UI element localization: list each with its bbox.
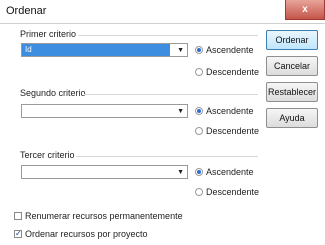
title-bar: Ordenar x	[0, 0, 325, 24]
group-divider	[78, 35, 258, 36]
radio-icon	[195, 68, 203, 76]
close-icon: x	[302, 4, 308, 15]
checkbox-icon	[14, 212, 22, 220]
radio-label: Descendente	[206, 187, 260, 197]
group-divider	[84, 94, 258, 95]
group-label-primer: Primer criterio	[20, 29, 77, 39]
checkbox-label: Renumerar recursos permanentemente	[25, 211, 183, 221]
chevron-down-icon[interactable]: ▼	[177, 169, 184, 176]
cancelar-button[interactable]: Cancelar	[266, 56, 318, 76]
group-label-segundo: Segundo criterio	[20, 88, 86, 98]
radio-label: Ascendente	[206, 106, 254, 116]
dialog-title: Ordenar	[6, 5, 47, 17]
primer-descendente-radio[interactable]: Descendente	[195, 65, 259, 79]
sort-dialog: Ordenar x Primer criterio Id ▼ Ascendent…	[0, 0, 325, 245]
radio-label: Ascendente	[206, 167, 254, 177]
primer-ascendente-radio[interactable]: Ascendente	[195, 43, 254, 57]
radio-icon	[195, 188, 203, 196]
primer-criterio-select[interactable]: Id ▼	[21, 43, 188, 57]
segundo-ascendente-radio[interactable]: Ascendente	[195, 104, 254, 118]
radio-label: Descendente	[206, 67, 260, 77]
ayuda-button[interactable]: Ayuda	[266, 108, 318, 128]
ordenar-por-proyecto-checkbox[interactable]: ✓ Ordenar recursos por proyecto	[14, 228, 148, 240]
radio-icon	[195, 107, 203, 115]
close-button[interactable]: x	[285, 0, 325, 20]
group-label-tercer: Tercer criterio	[20, 150, 75, 160]
restablecer-button[interactable]: Restablecer	[266, 82, 318, 102]
segundo-criterio-select[interactable]: ▼	[21, 104, 188, 118]
tercer-criterio-select[interactable]: ▼	[21, 165, 188, 179]
tercer-ascendente-radio[interactable]: Ascendente	[195, 165, 254, 179]
chevron-down-icon[interactable]: ▼	[177, 108, 184, 115]
ordenar-button[interactable]: Ordenar	[266, 30, 318, 50]
radio-icon	[195, 127, 203, 135]
radio-icon	[195, 46, 203, 54]
checkmark-icon: ✓	[14, 229, 22, 238]
segundo-descendente-radio[interactable]: Descendente	[195, 124, 259, 138]
chevron-down-icon[interactable]: ▼	[177, 47, 184, 54]
tercer-descendente-radio[interactable]: Descendente	[195, 185, 259, 199]
radio-label: Ascendente	[206, 45, 254, 55]
group-divider	[76, 156, 258, 157]
radio-icon	[195, 168, 203, 176]
dialog-body: Primer criterio Id ▼ Ascendente Descende…	[0, 24, 325, 245]
renumerar-checkbox[interactable]: Renumerar recursos permanentemente	[14, 210, 183, 222]
radio-label: Descendente	[206, 126, 260, 136]
checkbox-label: Ordenar recursos por proyecto	[25, 229, 148, 239]
primer-criterio-value: Id	[22, 44, 170, 56]
